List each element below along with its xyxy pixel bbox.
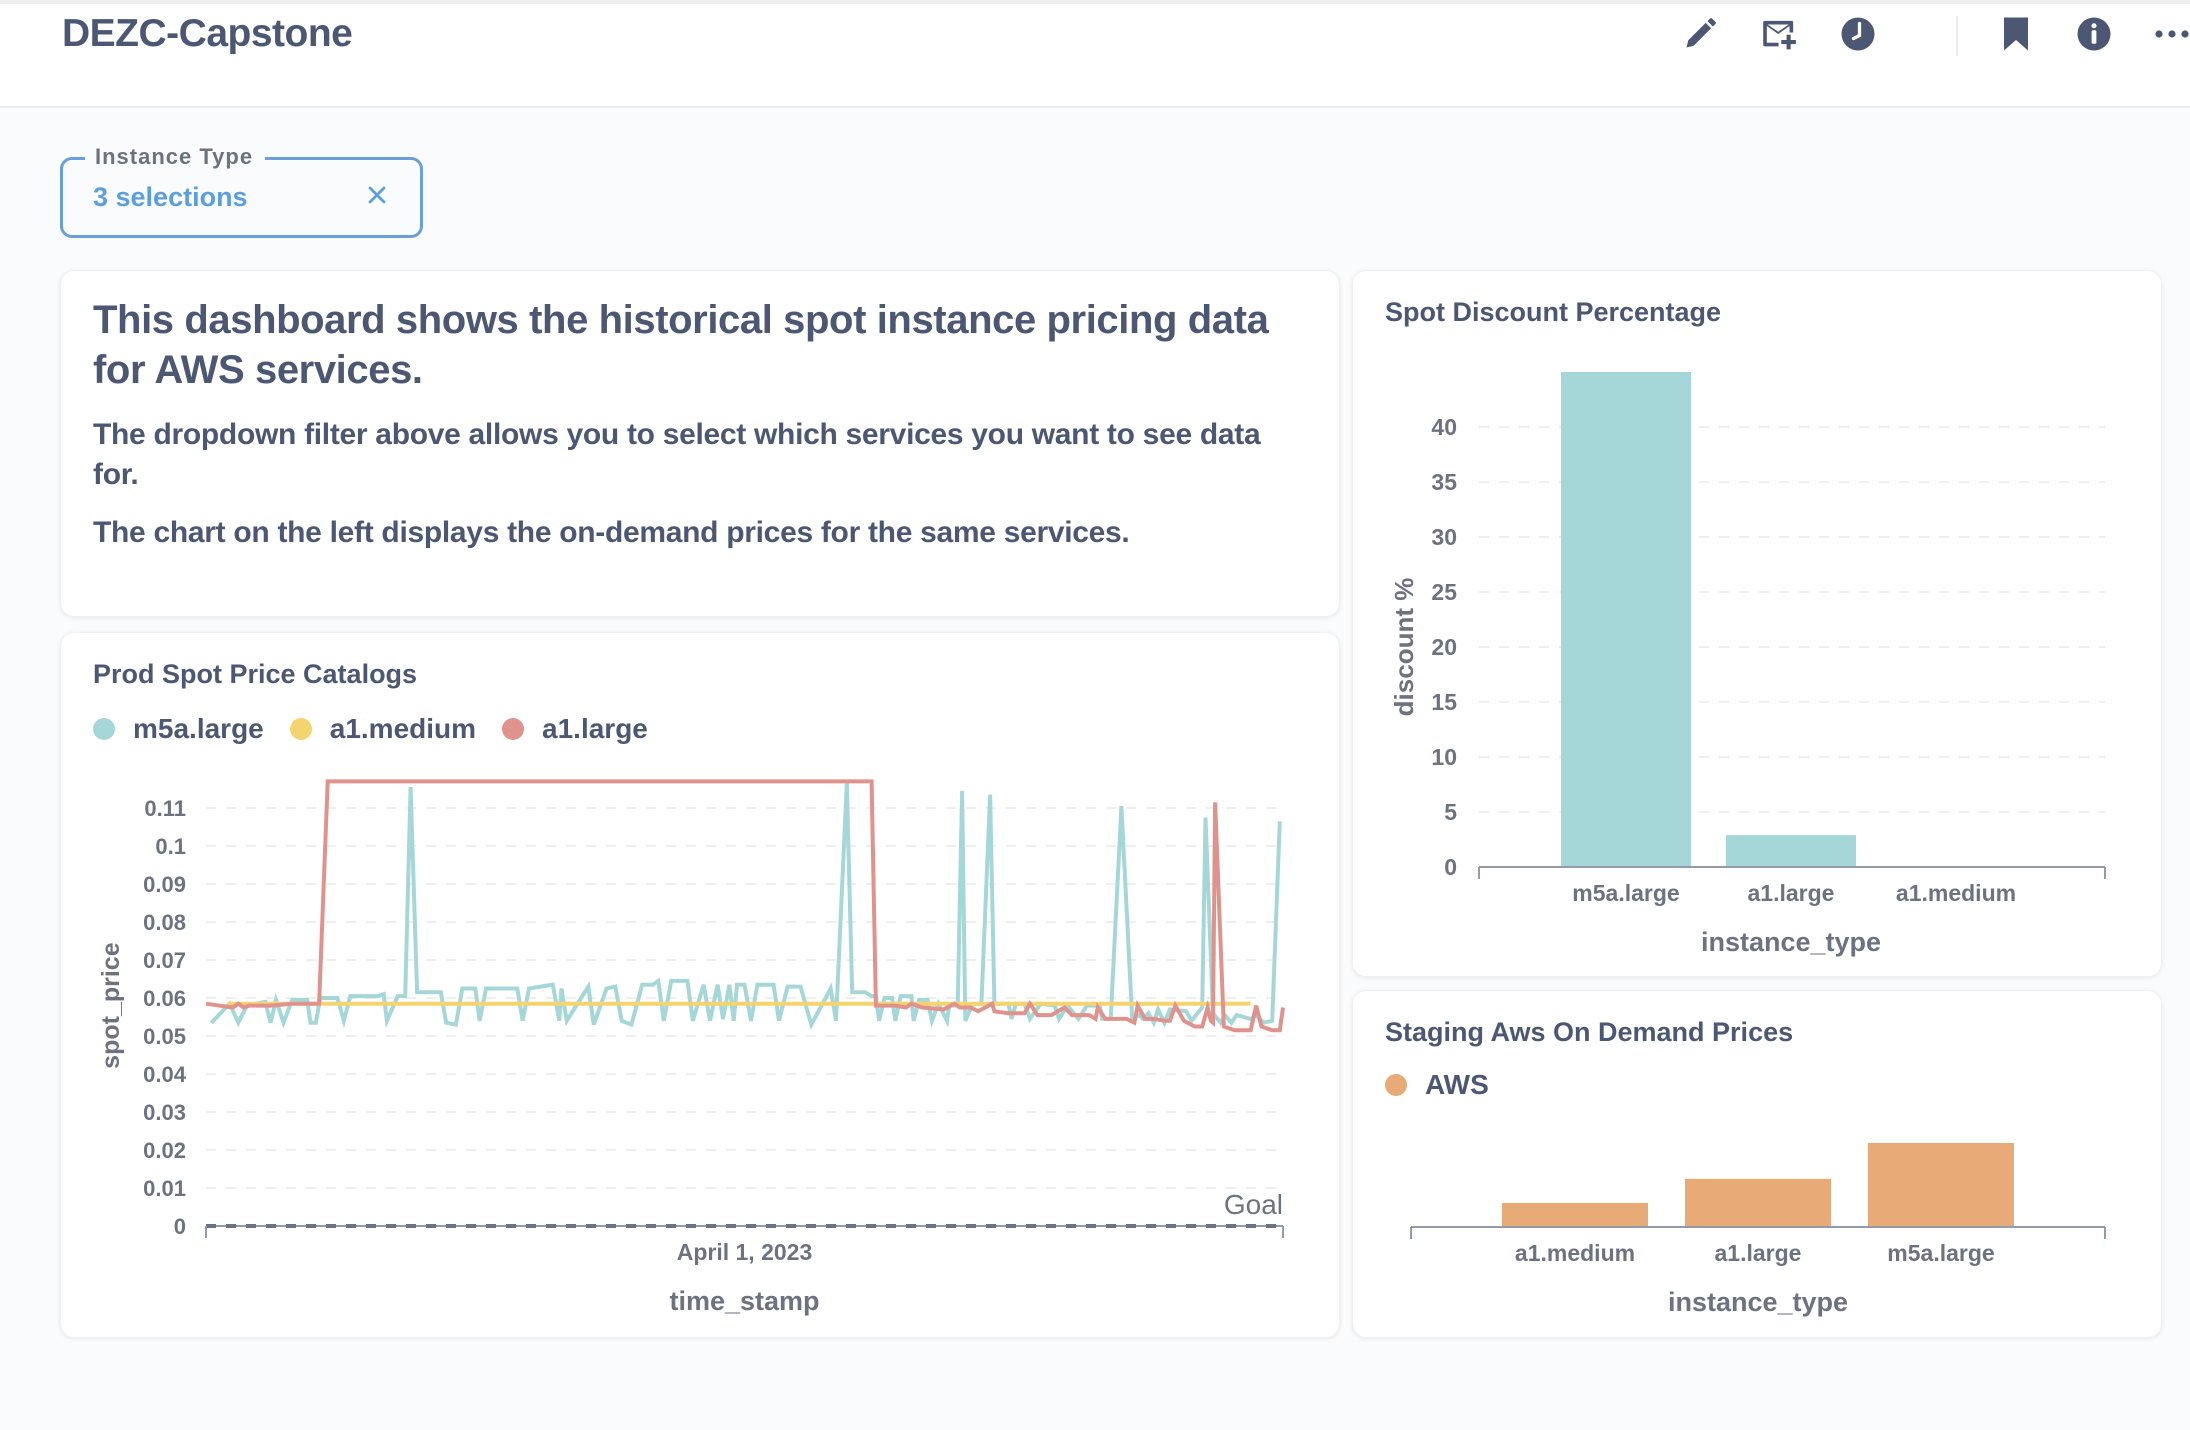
y-tick-label: 25 — [1431, 579, 1457, 605]
x-axis-title: instance_type — [1668, 1287, 1848, 1317]
toolbar-separator — [1956, 16, 1958, 56]
instance-type-filter[interactable]: Instance Type 3 selections — [60, 144, 423, 238]
more-icon — [2155, 30, 2189, 38]
x-tick-label: m5a.large — [1887, 1240, 1994, 1266]
x-tick-label: a1.medium — [1896, 880, 2016, 906]
y-tick-label: 20 — [1431, 634, 1457, 660]
y-tick-label: 0.1 — [155, 834, 186, 859]
bar-a1-medium — [1502, 1202, 1648, 1227]
y-tick-label: 0 — [1444, 854, 1457, 880]
mail-plus-icon — [1763, 20, 1796, 50]
spot-price-line-chart[interactable]: 0 0.01 0.02 0.03 0.04 0.05 0.06 0.07 0.08 0.09 0.1… — [61, 633, 1341, 1339]
y-tick-label: 15 — [1431, 689, 1457, 715]
y-tick-label: 0.01 — [143, 1176, 186, 1201]
y-axis-title: spot_price — [97, 942, 125, 1069]
y-tick-label: 5 — [1444, 799, 1457, 825]
on-demand-prices-card: Staging Aws On Demand Prices AWS a1.medi… — [1352, 990, 2162, 1338]
x-tick-label: a1.large — [1748, 880, 1835, 906]
series-line-m5a-large — [209, 783, 1282, 1030]
text-card: This dashboard shows the historical spot… — [60, 270, 1340, 617]
x-tick-label: a1.large — [1715, 1240, 1802, 1266]
y-tick-label: 30 — [1431, 524, 1457, 550]
x-axis-title: instance_type — [1701, 927, 1881, 957]
on-demand-bar-chart[interactable]: a1.medium a1.large m5a.large instance_type — [1353, 991, 2163, 1339]
bar-a1-large — [1685, 1178, 1831, 1227]
clear-filter-button[interactable] — [362, 180, 392, 210]
spot-discount-bar-chart[interactable]: 0 5 10 15 20 25 30 35 40 discount % m5a.large a1.la… — [1353, 271, 2163, 978]
y-tick-label: 0.05 — [143, 1024, 186, 1049]
auto-refresh-button[interactable] — [1836, 12, 1880, 56]
more-options-button[interactable] — [2150, 12, 2190, 56]
spot-discount-card: Spot Discount Percentage 0 5 10 15 20 25 30 35 4… — [1352, 270, 2162, 977]
bar-m5a-large — [1868, 1143, 2014, 1227]
y-tick-label: 40 — [1431, 414, 1457, 440]
bar-a1-large — [1726, 835, 1856, 867]
y-axis-title: discount % — [1389, 578, 1419, 717]
y-tick-label: 0.11 — [144, 796, 186, 821]
info-button[interactable] — [2072, 12, 2116, 56]
bar-m5a-large — [1561, 372, 1691, 867]
subscriptions-button[interactable] — [1758, 12, 1802, 56]
bookmark-button[interactable] — [1994, 12, 2038, 56]
clock-icon — [1841, 17, 1875, 51]
y-tick-label: 0.02 — [143, 1138, 186, 1163]
bookmark-icon — [2004, 17, 2028, 51]
info-icon — [2077, 17, 2111, 51]
y-tick-label: 0.06 — [143, 986, 186, 1011]
y-tick-label: 10 — [1431, 744, 1457, 770]
y-tick-label: 0.04 — [143, 1062, 187, 1087]
pencil-icon — [1686, 18, 1716, 48]
x-tick-label: a1.medium — [1515, 1240, 1635, 1266]
prod-spot-price-card: Prod Spot Price Catalogs m5a.large a1.me… — [60, 632, 1340, 1338]
filter-value[interactable]: 3 selections — [93, 182, 248, 213]
dashboard-toolbar — [1670, 12, 2190, 56]
close-icon — [368, 186, 386, 204]
dashboard-header: DEZC-Capstone — [0, 0, 2190, 108]
y-tick-label: 0.03 — [143, 1100, 186, 1125]
y-tick-label: 35 — [1431, 469, 1457, 495]
text-card-heading: This dashboard shows the historical spot… — [93, 298, 1269, 392]
x-axis-title: time_stamp — [669, 1286, 819, 1316]
x-tick-label: m5a.large — [1572, 880, 1679, 906]
text-card-paragraph: The chart on the left displays the on-de… — [93, 516, 1130, 549]
y-tick-label: 0.09 — [143, 872, 186, 897]
filter-label: Instance Type — [85, 144, 266, 170]
edit-button[interactable] — [1678, 12, 1722, 56]
y-tick-label: 0.07 — [143, 948, 186, 973]
text-card-paragraph: The dropdown filter above allows you to … — [93, 418, 1261, 491]
y-tick-label: 0.08 — [143, 910, 186, 935]
dashboard-title: DEZC-Capstone — [62, 12, 353, 55]
x-tick-label: April 1, 2023 — [677, 1239, 813, 1265]
goal-label: Goal — [1224, 1189, 1283, 1220]
y-tick-label: 0 — [174, 1214, 186, 1239]
